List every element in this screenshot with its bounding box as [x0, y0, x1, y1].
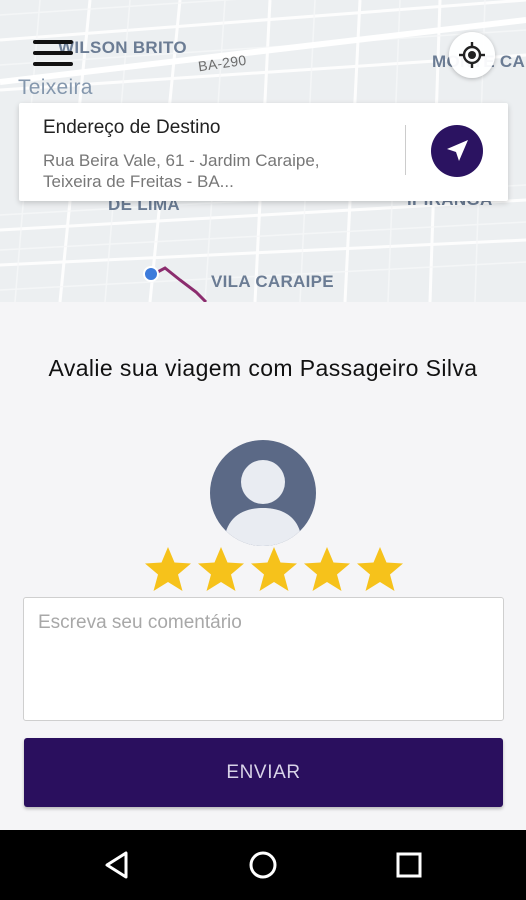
crosshair-icon [459, 42, 485, 68]
hamburger-icon [33, 40, 73, 44]
map-label-vila-caraipe: VILA CARAIPE [211, 272, 334, 291]
comment-field[interactable] [23, 597, 504, 721]
back-icon[interactable] [100, 848, 134, 882]
my-location-button[interactable] [449, 32, 495, 78]
system-nav-bar [0, 830, 526, 900]
destination-card[interactable]: Endereço de Destino Rua Beira Vale, 61 -… [19, 103, 508, 201]
recents-icon[interactable] [392, 848, 426, 882]
navigation-arrow-icon [447, 140, 468, 161]
star-icon[interactable] [196, 545, 246, 595]
user-silhouette-icon [224, 460, 302, 546]
avatar [210, 440, 316, 546]
rating-sheet: Avalie sua viagem com Passageiro Silva E… [0, 302, 526, 830]
map-label-teixeira: Teixeira [18, 76, 93, 99]
home-icon[interactable] [246, 848, 280, 882]
star-rating[interactable] [143, 545, 405, 597]
menu-button[interactable] [33, 40, 73, 72]
star-icon[interactable] [355, 545, 405, 595]
star-icon[interactable] [302, 545, 352, 595]
navigate-button[interactable] [431, 125, 483, 177]
destination-title: Endereço de Destino [43, 117, 221, 138]
star-icon[interactable] [143, 545, 193, 595]
map-label-wilson-brito: WILSON BRITO [58, 38, 187, 57]
destination-address: Rua Beira Vale, 61 - Jardim Caraipe, Tei… [43, 151, 320, 191]
origin-dot [143, 266, 159, 282]
rating-title: Avalie sua viagem com Passageiro Silva [48, 355, 478, 381]
map-view[interactable]: WILSON BRITO BA-290 MONTE CA Teixeira DE… [0, 0, 526, 302]
star-icon[interactable] [249, 545, 299, 595]
send-button[interactable]: ENVIAR [24, 738, 503, 807]
divider [405, 125, 406, 175]
